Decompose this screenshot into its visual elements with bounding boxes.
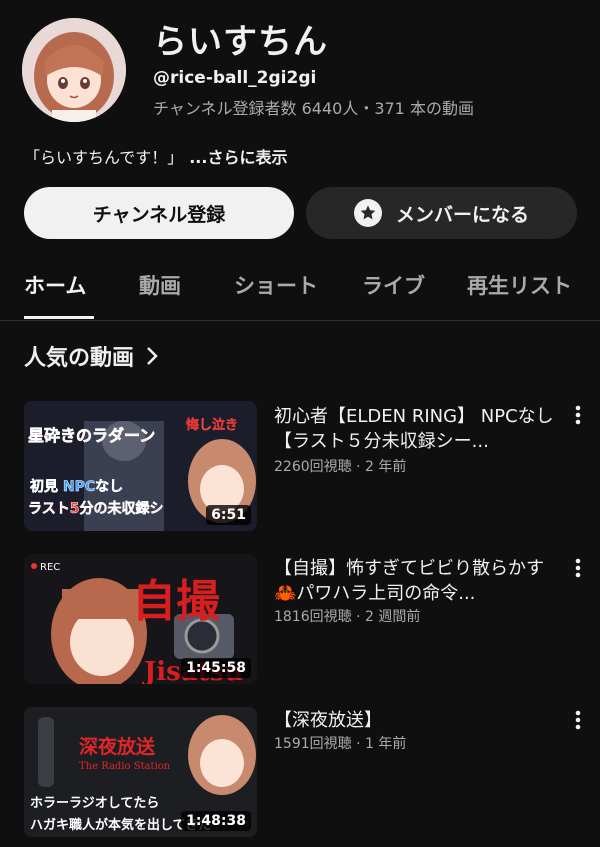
video-title[interactable]: 【深夜放送】 (274, 708, 556, 733)
more-vert-icon[interactable] (568, 557, 588, 583)
video-duration: 1:48:38 (181, 811, 251, 831)
channel-tabs: ホーム 動画 ショート ライブ 再生リスト (0, 262, 600, 321)
star-icon (353, 199, 382, 227)
section-title: 人気の動画 (24, 346, 135, 371)
chevron-right-icon (147, 347, 158, 365)
video-title[interactable]: 初心者【ELDEN RING】 NPCなし【ラスト５分未収録シー... (274, 404, 556, 454)
thumb-text: 初見 NPCなし (30, 478, 123, 495)
member-label: メンバーになる (395, 203, 529, 226)
tab-shorts[interactable]: ショート (234, 270, 318, 300)
video-thumbnail[interactable]: 深夜放送 The Radio Station ホラーラジオしてたら ハガキ職人が… (24, 707, 257, 837)
tab-home[interactable]: ホーム (24, 270, 86, 300)
more-vert-icon[interactable] (568, 404, 588, 430)
more-vert-icon[interactable] (568, 709, 588, 735)
thumb-text: REC (40, 562, 60, 573)
show-more-link[interactable]: ...さらに表示 (189, 148, 287, 167)
video-meta: 1816回視聴 · 2 週間前 (274, 609, 421, 625)
channel-name: らいすちん (153, 22, 328, 62)
active-tab-indicator (24, 316, 94, 319)
join-membership-button[interactable]: メンバーになる (306, 187, 577, 239)
channel-handle: @rice-ball_2gi2gi (153, 68, 317, 88)
channel-stats: チャンネル登録者数 6440人・371 本の動画 (153, 99, 474, 118)
thumb-text: 自撮 (132, 576, 221, 627)
thumb-text: ラスト5分の未収録シ (28, 500, 163, 517)
channel-description[interactable]: 「らいすちんです！」 ...さらに表示 (24, 144, 287, 168)
video-meta: 2260回視聴 · 2 年前 (274, 459, 407, 475)
video-duration: 6:51 (206, 505, 251, 525)
thumb-text: 悔し泣き (186, 417, 238, 433)
subscribe-button[interactable]: チャンネル登録 (24, 187, 294, 239)
thumb-text: 深夜放送 (79, 735, 156, 758)
subscribe-label: チャンネル登録 (92, 203, 226, 226)
channel-avatar[interactable] (22, 18, 126, 122)
video-thumbnail[interactable]: 星砕きのラダーン 悔し泣き 初見 NPCなし ラスト5分の未収録シ 6:51 (24, 401, 257, 531)
description-text: 「らいすちんです！」 (24, 148, 184, 167)
thumb-text: ホラーラジオしてたら (30, 796, 159, 811)
thumb-text: The Radio Station (79, 761, 171, 772)
tab-videos[interactable]: 動画 (139, 270, 181, 300)
video-meta: 1591回視聴 · 1 年前 (274, 736, 407, 752)
thumb-text: 星砕きのラダーン (28, 426, 155, 445)
video-duration: 1:45:58 (181, 658, 251, 678)
tab-playlists[interactable]: 再生リスト (467, 270, 572, 300)
popular-videos-heading[interactable]: 人気の動画 (24, 340, 158, 372)
video-thumbnail[interactable]: REC 自撮 Jisatsu 1:45:58 (24, 554, 257, 684)
tab-live[interactable]: ライブ (362, 270, 425, 300)
video-title[interactable]: 【自撮】怖すぎてビビり散らかす🦀パワハラ上司の命令... (274, 556, 556, 606)
